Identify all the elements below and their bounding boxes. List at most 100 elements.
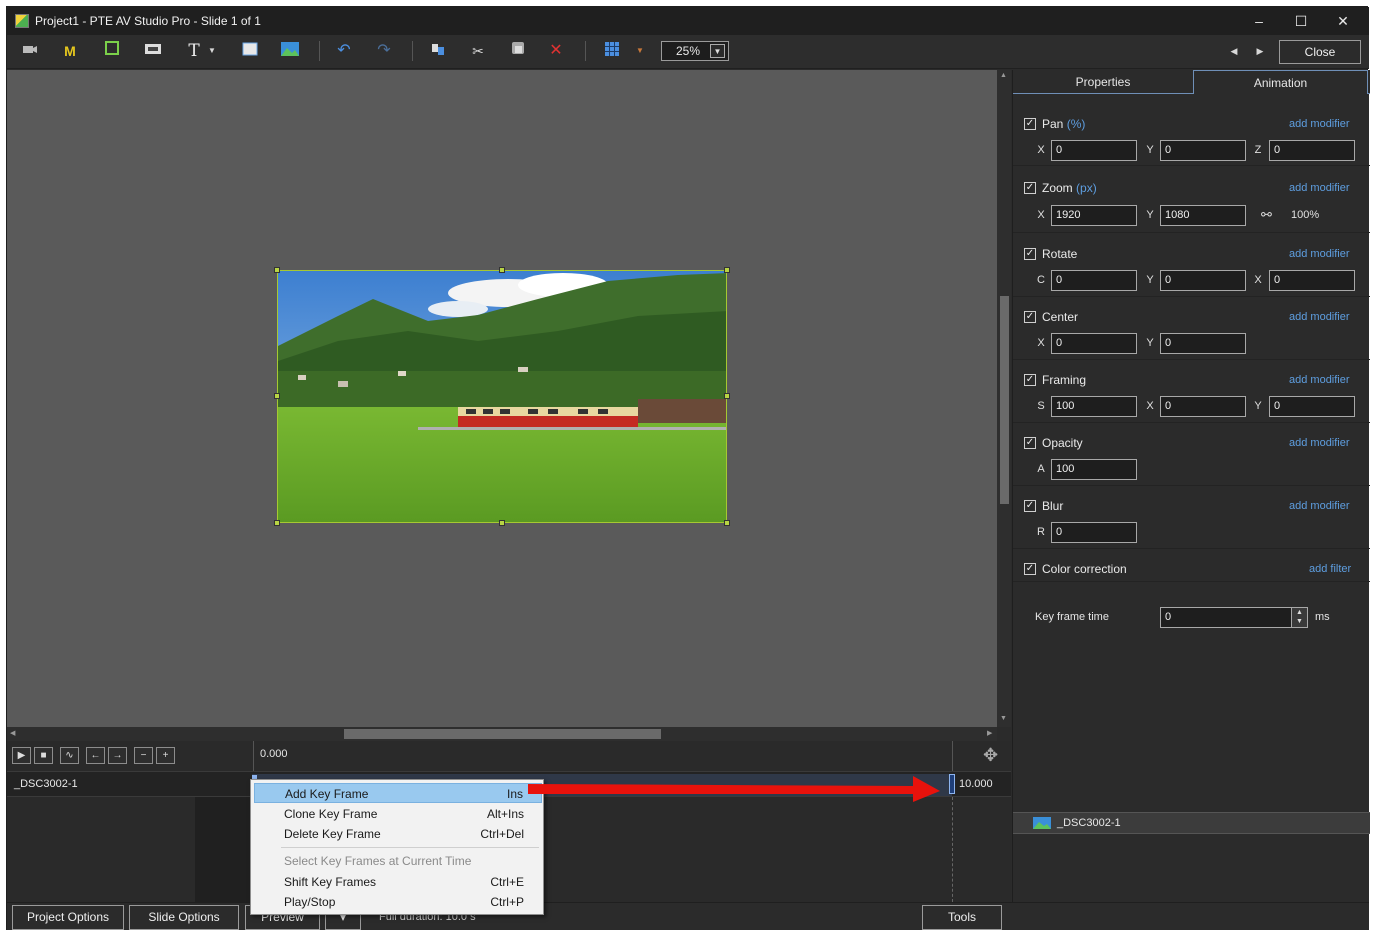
pan-checkbox[interactable]: ✓ <box>1024 118 1036 130</box>
framing-checkbox[interactable]: ✓ <box>1024 374 1036 386</box>
blur-checkbox[interactable]: ✓ <box>1024 500 1036 512</box>
rotate-c-field[interactable]: 0 <box>1051 270 1137 291</box>
resize-handle[interactable] <box>724 393 730 399</box>
canvas-vertical-scrollbar[interactable]: ▲ ▼ <box>997 70 1011 727</box>
zoom-dropdown-icon[interactable]: ▼ <box>710 44 725 58</box>
pan-z-field[interactable]: 0 <box>1269 140 1355 161</box>
maximize-button[interactable]: ☐ <box>1287 11 1315 31</box>
pan-y-field[interactable]: 0 <box>1160 140 1246 161</box>
zoom-add-modifier-link[interactable]: add modifier <box>1289 182 1350 194</box>
copy-icon[interactable] <box>427 40 449 62</box>
zoom-y-field[interactable]: 1080 <box>1160 205 1246 226</box>
image-icon[interactable] <box>279 40 301 62</box>
tab-animation[interactable]: Animation <box>1193 70 1368 94</box>
menu-item-play-stop[interactable]: Play/Stop Ctrl+P <box>254 892 542 912</box>
resize-handle[interactable] <box>499 267 505 273</box>
tab-properties[interactable]: Properties <box>1013 70 1193 94</box>
text-icon[interactable]: T <box>183 40 205 62</box>
camera-icon[interactable] <box>19 40 41 62</box>
paste-icon[interactable] <box>507 40 529 62</box>
redo-icon[interactable]: ↷ <box>373 40 395 62</box>
rotate-add-modifier-link[interactable]: add modifier <box>1289 248 1350 260</box>
center-add-modifier-link[interactable]: add modifier <box>1289 311 1350 323</box>
rotate-checkbox[interactable]: ✓ <box>1024 248 1036 260</box>
zoom-select[interactable]: 25% ▼ <box>661 41 729 61</box>
text-dropdown-icon[interactable]: ▼ <box>205 40 219 62</box>
blur-r-field[interactable]: 0 <box>1051 522 1137 543</box>
play-icon[interactable]: ▶ <box>12 747 31 764</box>
rectangle-icon[interactable] <box>239 40 261 62</box>
opacity-checkbox[interactable]: ✓ <box>1024 437 1036 449</box>
keyframe-time-spinner[interactable]: ▲ ▼ <box>1291 607 1308 628</box>
link-aspect-icon[interactable]: ⚯ <box>1261 207 1272 223</box>
scroll-up-icon[interactable]: ▲ <box>1000 72 1007 79</box>
canvas-horizontal-scrollbar[interactable]: ◀ ▶ <box>7 727 997 741</box>
vertical-scroll-thumb[interactable] <box>1000 296 1009 504</box>
center-checkbox[interactable]: ✓ <box>1024 311 1036 323</box>
pan-x-field[interactable]: 0 <box>1051 140 1137 161</box>
cut-icon[interactable]: ✂ <box>467 40 489 62</box>
grid-dropdown-icon[interactable]: ▼ <box>633 40 647 62</box>
grid-icon[interactable] <box>601 40 623 62</box>
slide-options-button[interactable]: Slide Options <box>129 905 239 930</box>
center-x-field[interactable]: 0 <box>1051 333 1137 354</box>
menu-item-shift-key-frames[interactable]: Shift Key Frames Ctrl+E <box>254 872 542 892</box>
zoom-x-field[interactable]: 1920 <box>1051 205 1137 226</box>
waveform-icon[interactable]: ∿ <box>60 747 79 764</box>
color-correction-title: Color correction <box>1042 562 1127 576</box>
zoom-in-icon[interactable]: + <box>156 747 175 764</box>
slide-canvas[interactable] <box>7 70 997 727</box>
add-filter-link[interactable]: add filter <box>1309 563 1351 575</box>
tools-button[interactable]: Tools <box>922 905 1002 930</box>
prev-keyframe-icon[interactable]: ← <box>86 747 105 764</box>
keyframe-end[interactable] <box>949 774 955 794</box>
delete-icon[interactable]: ✕ <box>545 40 567 62</box>
zoom-checkbox[interactable]: ✓ <box>1024 182 1036 194</box>
pan-add-modifier-link[interactable]: add modifier <box>1289 118 1350 130</box>
frame-icon[interactable] <box>101 40 123 62</box>
project-options-button[interactable]: Project Options <box>12 905 124 930</box>
resize-handle[interactable] <box>499 520 505 526</box>
scroll-right-icon[interactable]: ▶ <box>987 729 992 737</box>
framing-s-field[interactable]: 100 <box>1051 396 1137 417</box>
resize-handle[interactable] <box>274 393 280 399</box>
scroll-down-icon[interactable]: ▼ <box>1000 715 1007 722</box>
resize-handle[interactable] <box>274 520 280 526</box>
rotate-y-field[interactable]: 0 <box>1160 270 1246 291</box>
blur-add-modifier-link[interactable]: add modifier <box>1289 500 1350 512</box>
horizontal-scroll-thumb[interactable] <box>344 729 661 739</box>
opacity-a-field[interactable]: 100 <box>1051 459 1137 480</box>
resize-handle[interactable] <box>724 520 730 526</box>
color-correction-checkbox[interactable]: ✓ <box>1024 563 1036 575</box>
mask-icon[interactable]: M <box>59 40 81 62</box>
move-icon[interactable]: ✥ <box>983 745 998 766</box>
menu-item-add-key-frame[interactable]: Add Key Frame Ins <box>254 783 542 803</box>
zoom-section: ✓ Zoom (px) add modifier X 1920 Y 1080 ⚯… <box>1013 171 1370 233</box>
next-slide-icon[interactable]: ▶ <box>1249 40 1271 62</box>
close-window-button[interactable]: ✕ <box>1329 11 1357 31</box>
center-y-field[interactable]: 0 <box>1160 333 1246 354</box>
menu-item-clone-key-frame[interactable]: Clone Key Frame Alt+Ins <box>254 804 542 824</box>
video-icon[interactable] <box>142 40 164 62</box>
app-logo-icon <box>15 14 29 28</box>
minimize-button[interactable]: – <box>1245 11 1273 31</box>
prev-slide-icon[interactable]: ◀ <box>1223 40 1245 62</box>
zoom-out-icon[interactable]: − <box>134 747 153 764</box>
opacity-add-modifier-link[interactable]: add modifier <box>1289 437 1350 449</box>
rotate-x-field[interactable]: 0 <box>1269 270 1355 291</box>
slide-image[interactable] <box>277 270 727 523</box>
next-keyframe-icon[interactable]: → <box>108 747 127 764</box>
scroll-left-icon[interactable]: ◀ <box>10 729 15 737</box>
image-object-icon <box>1033 817 1051 832</box>
framing-y-field[interactable]: 0 <box>1269 396 1355 417</box>
framing-x-field[interactable]: 0 <box>1160 396 1246 417</box>
framing-add-modifier-link[interactable]: add modifier <box>1289 374 1350 386</box>
menu-item-delete-key-frame[interactable]: Delete Key Frame Ctrl+Del <box>254 824 542 844</box>
close-button[interactable]: Close <box>1279 40 1361 64</box>
object-list-item[interactable]: _DSC3002-1 <box>1013 812 1370 834</box>
stop-icon[interactable]: ■ <box>34 747 53 764</box>
resize-handle[interactable] <box>724 267 730 273</box>
keyframe-time-field[interactable]: 0 <box>1160 607 1298 628</box>
undo-icon[interactable]: ↶ <box>333 40 355 62</box>
resize-handle[interactable] <box>274 267 280 273</box>
